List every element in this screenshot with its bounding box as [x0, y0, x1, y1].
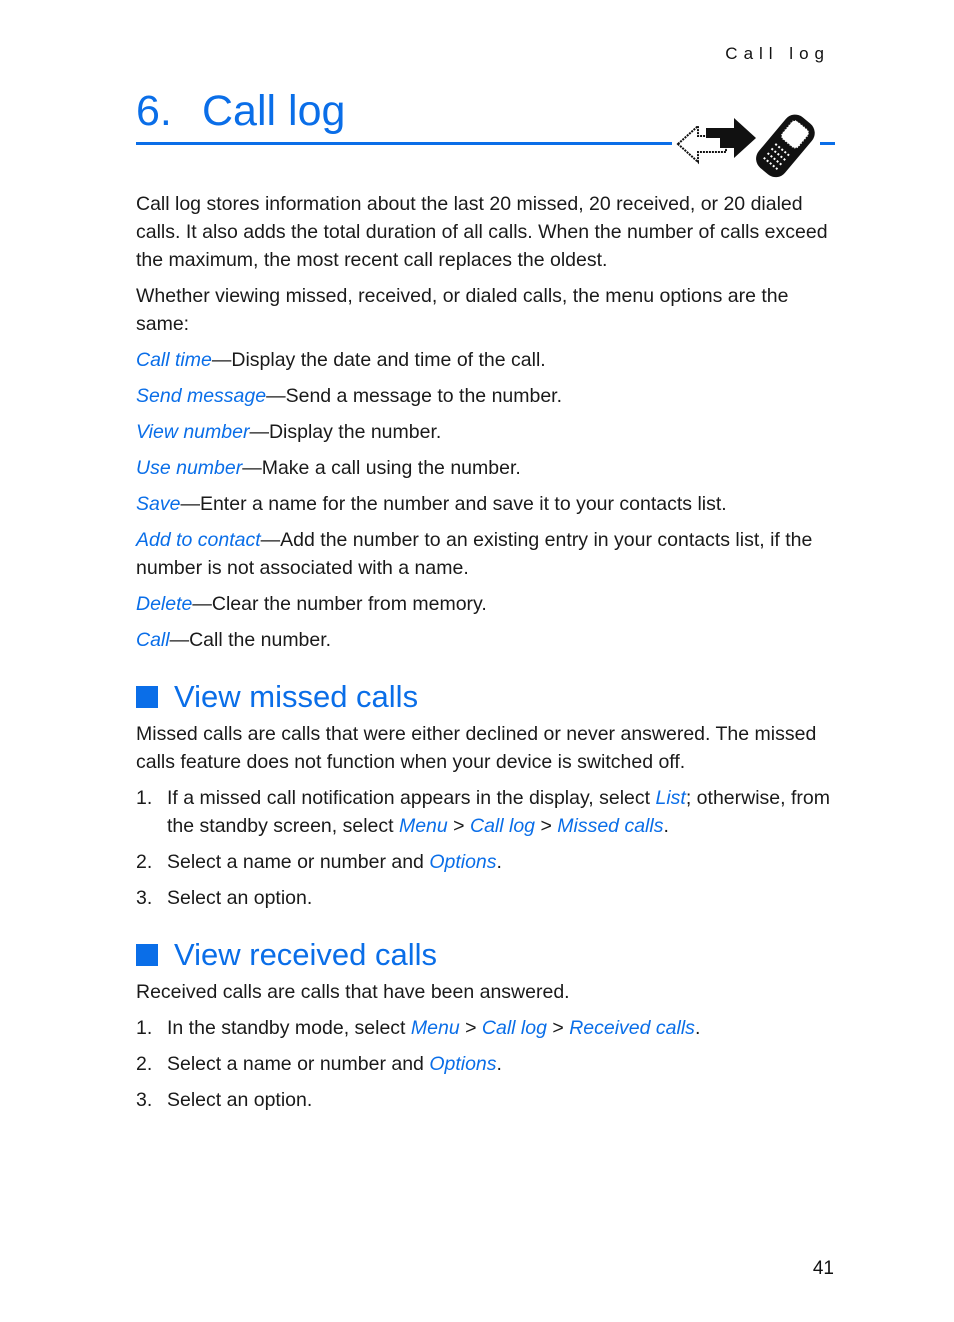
- title-rule-left: [136, 142, 672, 145]
- section-heading-received: View received calls: [136, 936, 836, 974]
- section-body: Missed calls are calls that were either …: [136, 723, 817, 773]
- menu-term: Call log: [469, 815, 536, 837]
- step-item: 3. Select an option.: [136, 884, 836, 912]
- step-item: 1. If a missed call notification appears …: [136, 784, 836, 840]
- menu-term: Missed calls: [557, 815, 664, 837]
- step-text: In the standby mode, select: [167, 1017, 411, 1039]
- menu-term: Menu: [410, 1017, 460, 1039]
- option-item: Use number—Make a call using the number.: [136, 454, 836, 482]
- path-separator: >: [459, 1017, 482, 1039]
- menu-term: Options: [429, 1053, 497, 1075]
- option-item: View number—Display the number.: [136, 418, 836, 446]
- step-text: If a missed call notification appears in…: [167, 787, 656, 809]
- step-item: 3. Select an option.: [136, 1086, 836, 1114]
- steps-list: 1. In the standby mode, select Menu > Cal…: [136, 1014, 836, 1114]
- path-separator: >: [535, 815, 558, 837]
- step-text: .: [694, 1017, 701, 1039]
- section-heading-missed: View missed calls: [136, 678, 836, 716]
- step-number: 3.: [136, 887, 153, 909]
- step-number: 2.: [136, 851, 153, 873]
- option-term: Delete: [136, 593, 193, 615]
- menu-term: Call log: [481, 1017, 547, 1039]
- option-term: View number: [136, 421, 250, 443]
- title-rule-right: [820, 142, 835, 145]
- section-square-icon: [136, 944, 158, 966]
- menu-term: Options: [429, 851, 497, 873]
- option-desc: —Send a message to the number.: [266, 385, 563, 407]
- option-item: Call time—Display the date and time of t…: [136, 346, 836, 374]
- step-text: Select an option.: [167, 1089, 313, 1111]
- option-desc: —Display the date and time of the call.: [211, 349, 546, 371]
- page-number: 41: [812, 1258, 834, 1279]
- option-desc: —Enter a name for the number and save it…: [180, 493, 727, 515]
- step-item: 2. Select a name or number and Options.: [136, 848, 836, 876]
- section-body: Received calls are calls that have been …: [136, 981, 570, 1003]
- option-item: Send message—Send a message to the numbe…: [136, 382, 836, 410]
- option-term: Send message: [136, 385, 267, 407]
- option-term: Save: [136, 493, 181, 515]
- step-text: .: [496, 1053, 502, 1075]
- page-content: Call log stores information about the la…: [136, 190, 836, 1122]
- step-text: .: [496, 851, 502, 873]
- section-heading-text: View missed calls: [174, 679, 419, 714]
- option-item: Call—Call the number.: [136, 626, 836, 654]
- step-text: Select a name or number and: [167, 1053, 430, 1075]
- menu-term: Received calls: [569, 1017, 695, 1039]
- step-item: 1. In the standby mode, select Menu > Cal…: [136, 1014, 836, 1042]
- option-desc: —Display the number.: [249, 421, 442, 443]
- step-number: 3.: [136, 1089, 153, 1111]
- option-item: Add to contact—Add the number to an exis…: [136, 526, 836, 582]
- step-text: Select an option.: [167, 887, 313, 909]
- intro-paragraph: Whether viewing missed, received, or dia…: [136, 285, 789, 335]
- phone-call-arrows-icon: [676, 108, 818, 180]
- chapter-number: 6.: [136, 87, 172, 135]
- path-separator: >: [447, 815, 470, 837]
- section-heading-text: View received calls: [174, 937, 438, 972]
- option-desc: —Make a call using the number.: [242, 457, 521, 479]
- step-text: .: [663, 815, 669, 837]
- option-item: Delete—Clear the number from memory.: [136, 590, 836, 618]
- step-number: 2.: [136, 1053, 153, 1075]
- menu-term: List: [655, 787, 686, 809]
- running-head: Call log: [725, 44, 830, 63]
- option-desc: —Clear the number from memory.: [192, 593, 487, 615]
- option-term: Use number: [136, 457, 243, 479]
- steps-list: 1. If a missed call notification appears …: [136, 784, 836, 912]
- step-item: 2. Select a name or number and Options.: [136, 1050, 836, 1078]
- option-desc: —Call the number.: [169, 629, 332, 651]
- step-number: 1.: [136, 787, 153, 809]
- option-term: Call: [136, 629, 170, 651]
- path-separator: >: [546, 1017, 570, 1039]
- step-text: Select a name or number and: [167, 851, 430, 873]
- option-term: Call time: [136, 349, 212, 371]
- chapter-title-text: Call log: [202, 87, 346, 135]
- section-square-icon: [136, 686, 158, 708]
- menu-term: Menu: [398, 815, 448, 837]
- option-term: Add to contact: [136, 529, 261, 551]
- intro-paragraph: Call log stores information about the la…: [136, 193, 828, 271]
- option-item: Save—Enter a name for the number and sav…: [136, 490, 836, 518]
- step-number: 1.: [136, 1017, 153, 1039]
